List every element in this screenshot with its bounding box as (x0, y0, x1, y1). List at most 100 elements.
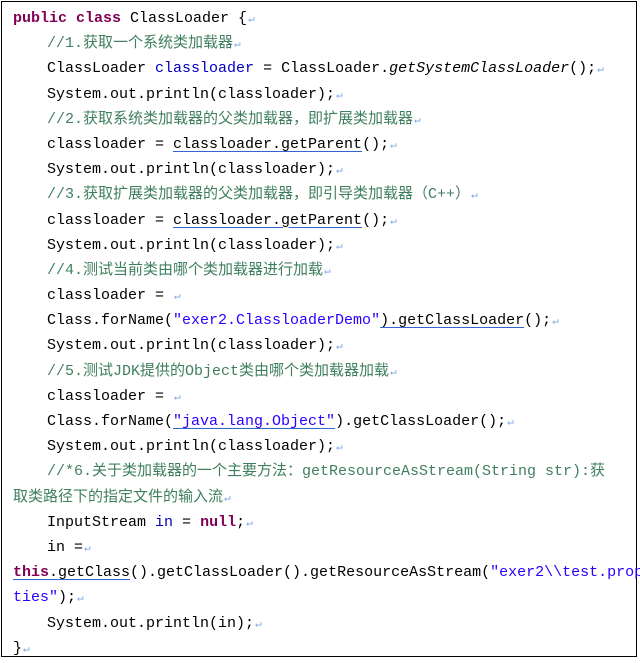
code-line-5: //2.获取系统类加载器的父类加载器，即扩展类加载器 (13, 107, 635, 132)
code-line-12: classloader = (13, 283, 635, 308)
comment-text: //2.获取系统类加载器的父类加载器，即扩展类加载器 (47, 110, 414, 128)
return-mark-icon (390, 216, 397, 228)
code-text: System.out.println(in); (47, 614, 255, 632)
code-line-9: classloader = classloader.getParent(); (13, 208, 635, 233)
code-line-14: System.out.println(classloader); (13, 333, 635, 358)
method-text: getSystemClassLoader (389, 60, 570, 78)
return-mark-icon (336, 341, 343, 353)
code-line-15: //5.测试JDK提供的Object类由哪个类加载器加载 (13, 359, 635, 384)
comment-text: //3.获取扩展类加载器的父类加载器，即引导类加载器（C++） (47, 186, 471, 204)
code-text: ClassLoader { (121, 10, 248, 27)
return-mark-icon (23, 644, 30, 656)
code-text: System.out.println(classloader); (47, 337, 336, 355)
code-text: ).getClassLoader(); (335, 413, 507, 430)
code-text: classloader = (47, 287, 174, 305)
return-mark-icon (84, 543, 91, 555)
comment-text: //*6.关于类加载器的一个主要方法：getResourceAsStream(S… (47, 463, 606, 481)
return-mark-icon (324, 266, 331, 278)
return-mark-icon (234, 39, 241, 51)
return-mark-icon (597, 64, 604, 76)
code-text: (); (569, 60, 597, 78)
comment-text: //4.测试当前类由哪个类加载器进行加载 (47, 261, 324, 279)
string-literal: "exer2.ClassloaderDemo" (173, 312, 381, 330)
code-line-26: } (13, 636, 635, 661)
return-mark-icon (174, 291, 181, 303)
code-text: classloader = (47, 387, 174, 405)
code-line-17: Class.forName("java.lang.Object").getCla… (13, 409, 635, 434)
string-literal: "java.lang.Object" (173, 413, 336, 430)
code-line-3: ClassLoader classloader = ClassLoader.ge… (13, 56, 635, 81)
code-line-2: //1.获取一个系统类加载器 (13, 31, 635, 56)
code-text: classloader = (47, 135, 174, 153)
comment-text: //1.获取一个系统类加载器 (47, 35, 234, 53)
string-literal: "exer2\\test.proper (490, 564, 640, 582)
return-mark-icon (248, 14, 255, 26)
code-line-25: System.out.println(in); (13, 611, 635, 636)
code-text: } (13, 639, 23, 657)
return-mark-icon (471, 190, 478, 202)
code-text: System.out.println(classloader); (47, 161, 336, 179)
keyword-text: null (200, 513, 237, 531)
code-line-21: InputStream in = null; (13, 510, 635, 535)
code-text: (); (362, 211, 390, 229)
variable-text: in (155, 513, 174, 531)
code-line-6: classloader = classloader.getParent(); (13, 132, 635, 157)
code-text: public class (13, 10, 122, 27)
code-text: ().getClassLoader().getResourceAsStream( (130, 564, 491, 582)
code-line-11: //4.测试当前类由哪个类加载器进行加载 (13, 258, 635, 283)
return-mark-icon (336, 165, 343, 177)
return-mark-icon (174, 392, 181, 404)
code-text: ); (58, 589, 77, 607)
code-text: Class.forName( (47, 413, 174, 430)
return-mark-icon (336, 442, 343, 454)
code-line-1: public class ClassLoader { (13, 6, 635, 31)
code-text: = ClassLoader. (254, 60, 390, 78)
return-mark-icon (224, 493, 231, 505)
code-text: System.out.println(classloader); (47, 438, 336, 456)
code-line-23: this.getClass().getClassLoader().getReso… (13, 560, 640, 585)
comment-text: //5.测试JDK提供的Object类由哪个类加载器加载 (47, 362, 390, 380)
return-mark-icon (390, 367, 397, 379)
code-line-19: //*6.关于类加载器的一个主要方法：getResourceAsStream(S… (13, 459, 635, 484)
code-document-frame: public class ClassLoader { //1.获取一个系统类加载… (1, 1, 640, 657)
underlined-code-text: .getClass (49, 564, 131, 582)
code-line-18: System.out.println(classloader); (13, 434, 635, 459)
code-line-16: classloader = (13, 384, 635, 409)
code-line-13: Class.forName("exer2.ClassloaderDemo").g… (13, 308, 635, 333)
code-line-7: System.out.println(classloader); (13, 157, 635, 182)
keyword-text: this (13, 564, 50, 582)
code-line-10: System.out.println(classloader); (13, 233, 635, 258)
string-literal: ties" (13, 589, 59, 607)
return-mark-icon (390, 140, 397, 152)
return-mark-icon (552, 316, 559, 328)
comment-text: 取类路径下的指定文件的输入流 (13, 488, 224, 506)
return-mark-icon (77, 593, 84, 605)
underlined-code-text: classloader.getParent (173, 135, 363, 153)
return-mark-icon (336, 90, 343, 102)
return-mark-icon (336, 241, 343, 253)
code-line-24: ties"); (13, 585, 635, 610)
code-text: ClassLoader (47, 60, 156, 78)
code-block: public class ClassLoader { //1.获取一个系统类加载… (13, 6, 640, 661)
return-mark-icon (246, 518, 253, 530)
code-text: ; (236, 513, 246, 531)
code-line-20: 取类路径下的指定文件的输入流 (13, 485, 635, 510)
code-text: classloader = (47, 211, 174, 229)
return-mark-icon (255, 619, 262, 631)
code-line-4: System.out.println(classloader); (13, 82, 635, 107)
code-text: (); (524, 312, 552, 330)
code-text: (); (362, 135, 390, 153)
code-text: InputStream (47, 513, 156, 531)
code-text: in = (47, 538, 84, 556)
underlined-code-text: ).getClassLoader (380, 312, 525, 330)
variable-text: classloader (155, 60, 255, 78)
code-text: Class.forName( (47, 312, 174, 330)
code-line-8: //3.获取扩展类加载器的父类加载器，即引导类加载器（C++） (13, 182, 635, 207)
code-text: = (173, 513, 201, 531)
return-mark-icon (507, 417, 514, 429)
underlined-code-text: classloader.getParent (173, 211, 363, 229)
return-mark-icon (414, 115, 421, 127)
code-line-22: in = (13, 535, 635, 560)
code-text: System.out.println(classloader); (47, 85, 336, 103)
code-text: System.out.println(classloader); (47, 236, 336, 254)
